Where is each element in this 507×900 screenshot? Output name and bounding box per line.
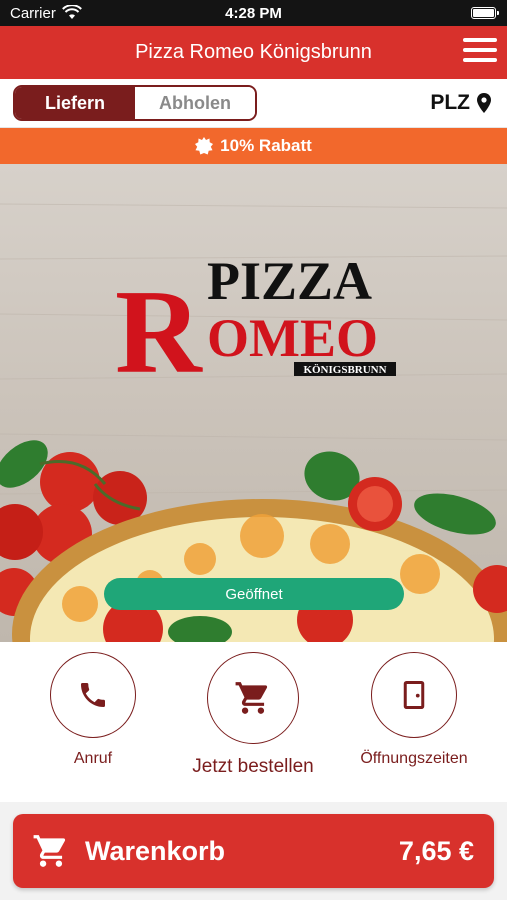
location-pin-icon [477, 93, 491, 113]
logo-big-letter: R [115, 265, 203, 398]
cart-area: Warenkorb 7,65 € [0, 802, 507, 900]
order-now-label: Jetzt bestellen [192, 756, 314, 777]
order-mode-toggle: Liefern Abholen [13, 85, 257, 121]
cart-total: 7,65 € [398, 836, 474, 866]
logo-line2: OMEO [207, 308, 378, 368]
phone-icon [50, 652, 136, 738]
open-status-badge: Geöffnet [104, 578, 404, 610]
opening-hours-label: Öffnungszeiten [360, 750, 468, 767]
cart-button[interactable]: Warenkorb 7,65 € [13, 814, 494, 888]
opening-hours-action[interactable]: Öffnungszeiten [334, 652, 494, 768]
order-mode-row: Liefern Abholen PLZ [0, 79, 507, 128]
plz-button[interactable]: PLZ [430, 91, 491, 115]
tab-abholen[interactable]: Abholen [135, 87, 255, 119]
quick-actions: Anruf Jetzt bestellen Öffnungszeiten [0, 642, 507, 802]
plz-label: PLZ [430, 91, 470, 114]
logo-line1: PIZZA [207, 251, 372, 311]
status-bar: Carrier 4:28 PM [0, 0, 507, 26]
nav-bar: Pizza Romeo Königsbrunn [0, 26, 507, 79]
logo-sub: KÖNIGSBRUNN [303, 363, 386, 376]
tab-liefern[interactable]: Liefern [15, 87, 135, 119]
page-title: Pizza Romeo Königsbrunn [135, 41, 372, 63]
discount-banner[interactable]: 10% Rabatt [0, 128, 507, 164]
door-icon [371, 652, 457, 738]
cart-icon [207, 652, 299, 744]
badge-icon [195, 137, 214, 155]
cart-label: Warenkorb [85, 836, 226, 866]
call-label: Anruf [73, 750, 113, 767]
clock: 4:28 PM [225, 5, 282, 22]
discount-text: 10% Rabatt [220, 136, 312, 155]
cart-icon [33, 835, 66, 867]
hero-banner: R PIZZA OMEO KÖNIGSBRUNN Geöffnet [0, 164, 507, 642]
hamburger-menu-icon[interactable] [463, 38, 497, 66]
call-action[interactable]: Anruf [13, 652, 173, 768]
order-now-action[interactable]: Jetzt bestellen [173, 652, 333, 778]
restaurant-logo: R PIZZA OMEO KÖNIGSBRUNN [115, 251, 396, 398]
battery-icon [471, 7, 499, 19]
pizza-hero-image: R PIZZA OMEO KÖNIGSBRUNN [0, 203, 507, 642]
